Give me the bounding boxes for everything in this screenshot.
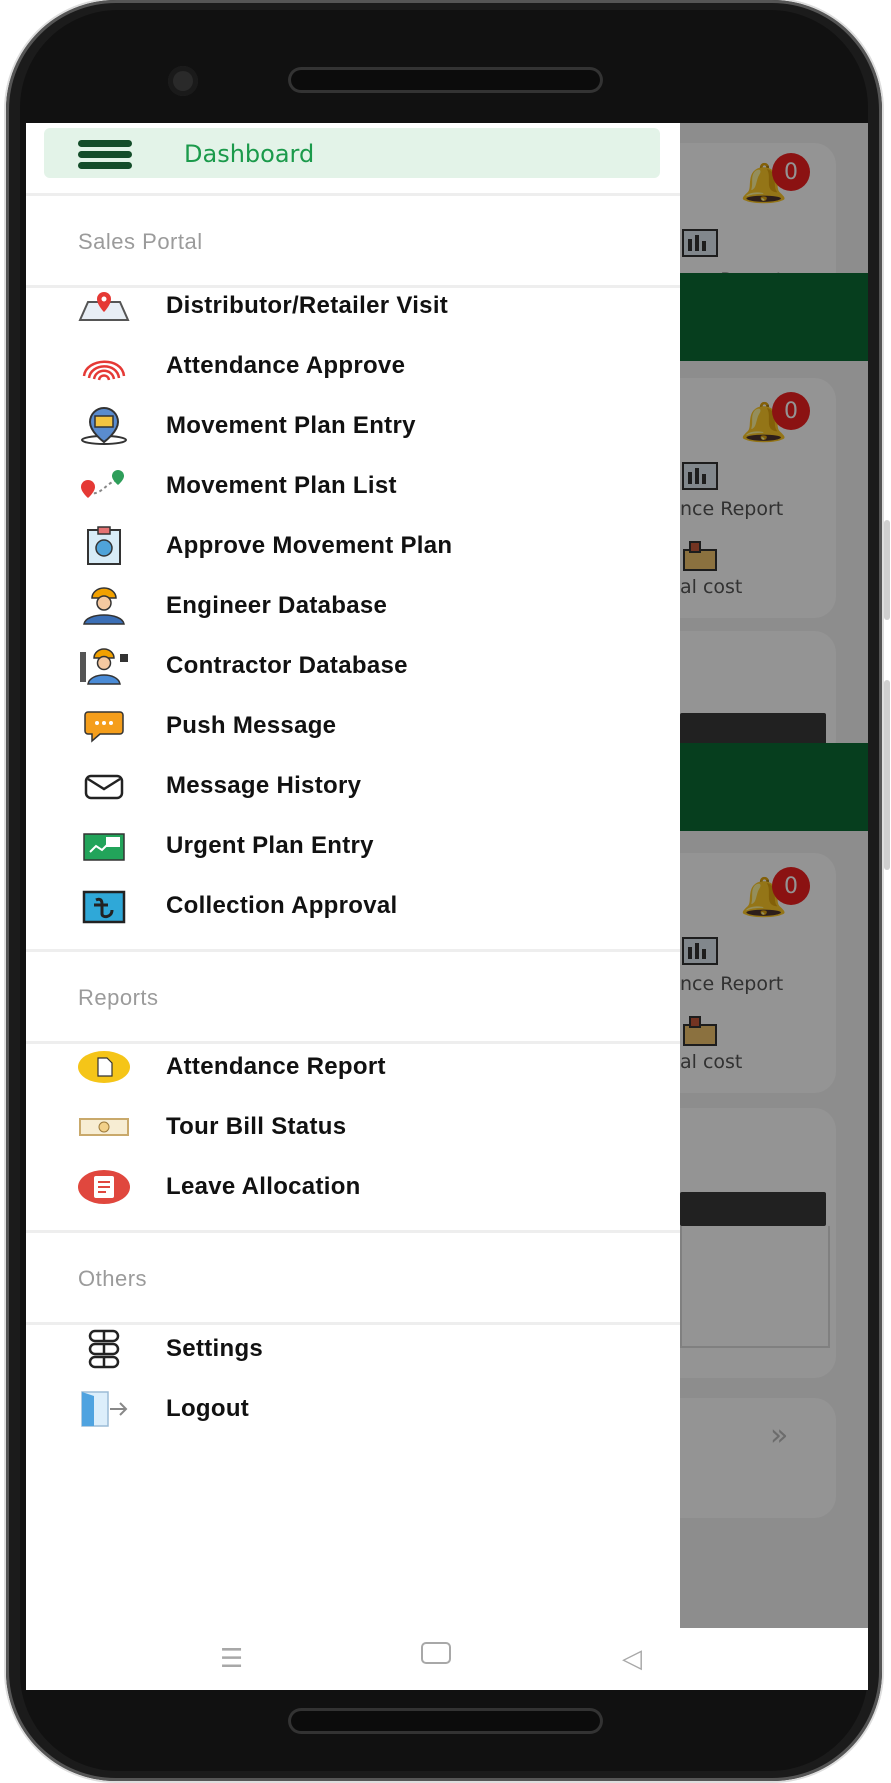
report-icon [76, 1047, 132, 1087]
drawer-item-tour-bill-status[interactable]: Tour Bill Status [26, 1101, 680, 1155]
drawer-item-label: Distributor/Retailer Visit [166, 292, 449, 319]
recents-button[interactable]: ☰ [220, 1644, 243, 1674]
section-others: Others [78, 1266, 148, 1291]
settings-icon [76, 1329, 132, 1369]
navigation-drawer: Dashboard Sales Portal Distributor/Retai… [26, 123, 680, 1628]
drawer-item-engineer-database[interactable]: Engineer Database [26, 580, 680, 634]
volume-button [884, 520, 890, 620]
drawer-item-push-message[interactable]: Push Message [26, 700, 680, 754]
fingerprint-icon [76, 346, 132, 386]
drawer-item-label: Urgent Plan Entry [166, 832, 374, 859]
drawer-item-settings[interactable]: Settings [26, 1323, 680, 1377]
hamburger-icon [78, 140, 132, 170]
drawer-item-label: Message History [166, 772, 362, 799]
drawer-item-approve-movement-plan[interactable]: Approve Movement Plan [26, 520, 680, 574]
system-nav-bar: ☰ ◁ [26, 1628, 868, 1690]
back-button[interactable]: ◁ [622, 1644, 642, 1674]
section-sales-portal: Sales Portal [78, 229, 203, 254]
envelope-icon [76, 766, 132, 806]
drawer-item-attendance-report[interactable]: Attendance Report [26, 1041, 680, 1095]
leave-icon [76, 1167, 132, 1207]
taka-icon [76, 886, 132, 926]
chat-bubble-icon [76, 706, 132, 746]
drawer-item-label: Tour Bill Status [166, 1113, 347, 1140]
map-pin-icon [76, 286, 132, 326]
route-icon [76, 466, 132, 506]
drawer-item-dashboard[interactable]: Dashboard [44, 128, 660, 178]
drawer-item-label: Movement Plan Entry [166, 412, 416, 439]
drawer-item-label: Attendance Approve [166, 352, 406, 379]
drawer-item-contractor-database[interactable]: Contractor Database [26, 640, 680, 694]
location-screen-icon [76, 406, 132, 446]
engineer-icon [76, 586, 132, 626]
home-button[interactable] [421, 1642, 451, 1664]
urgent-plan-icon [76, 826, 132, 866]
drawer-item-label: Engineer Database [166, 592, 388, 619]
scrim-overlay[interactable] [680, 123, 868, 1628]
drawer-item-urgent-plan-entry[interactable]: Urgent Plan Entry [26, 820, 680, 874]
logout-icon [76, 1389, 132, 1429]
drawer-item-label: Movement Plan List [166, 472, 397, 499]
drawer-item-message-history[interactable]: Message History [26, 760, 680, 814]
drawer-item-label: Contractor Database [166, 652, 408, 679]
drawer-item-label: Leave Allocation [166, 1173, 361, 1200]
power-button [884, 680, 890, 870]
drawer-item-movement-plan-list[interactable]: Movement Plan List [26, 460, 680, 514]
earpiece-speaker [288, 67, 603, 93]
home-icon [421, 1642, 451, 1664]
divider [26, 949, 680, 952]
drawer-item-attendance-approve[interactable]: Attendance Approve [26, 340, 680, 394]
drawer-item-leave-allocation[interactable]: Leave Allocation [26, 1161, 680, 1215]
drawer-item-label: Collection Approval [166, 892, 398, 919]
drawer-item-label: Attendance Report [166, 1053, 386, 1080]
drawer-item-label: Approve Movement Plan [166, 532, 453, 559]
drawer-item-collection-approval[interactable]: Collection Approval [26, 880, 680, 934]
dashboard-label: Dashboard [184, 140, 315, 168]
drawer-item-logout[interactable]: Logout [26, 1383, 680, 1437]
front-camera [168, 66, 198, 96]
drawer-item-distributor-retailer-visit[interactable]: Distributor/Retailer Visit [26, 280, 680, 334]
drawer-item-label: Logout [166, 1395, 250, 1422]
contractor-icon [76, 646, 132, 686]
drawer-item-movement-plan-entry[interactable]: Movement Plan Entry [26, 400, 680, 454]
bottom-speaker [288, 1708, 603, 1734]
drawer-item-label: Push Message [166, 712, 337, 739]
divider [26, 193, 680, 196]
clipboard-icon [76, 526, 132, 566]
drawer-item-label: Settings [166, 1335, 264, 1362]
section-reports: Reports [78, 985, 159, 1010]
divider [26, 1230, 680, 1233]
bill-icon [76, 1107, 132, 1147]
screen: 🔔 0 nce Report 🔔 0 nce Report al cost 🔔 … [26, 123, 868, 1690]
